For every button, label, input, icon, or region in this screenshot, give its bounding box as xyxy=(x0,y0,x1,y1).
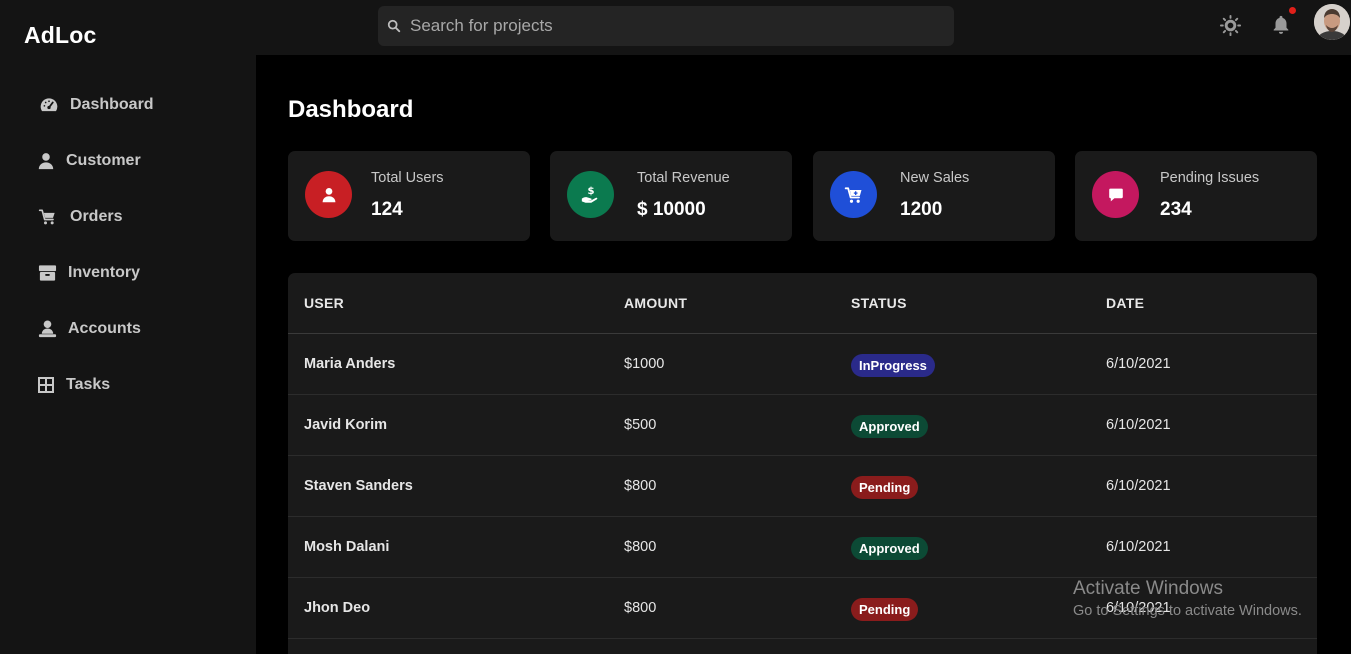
sidebar-item-label: Customer xyxy=(66,152,141,169)
sidebar-item-customer[interactable]: Customer xyxy=(0,139,256,183)
user-icon-badge xyxy=(305,171,352,218)
sidebar-item-label: Accounts xyxy=(68,320,141,337)
cell-amount: $500 xyxy=(624,417,657,433)
stat-card-total-revenue[interactable]: $ Total Revenue $ 10000 xyxy=(550,151,792,241)
notification-dot xyxy=(1287,5,1298,16)
sidebar-item-label: Dashboard xyxy=(70,96,154,113)
stat-label: New Sales xyxy=(900,170,970,186)
cell-amount: $800 xyxy=(624,478,657,494)
stat-label: Total Users xyxy=(371,170,444,186)
user-icon xyxy=(322,187,335,202)
table-row[interactable]: Javid Korim $500 Approved 6/10/2021 xyxy=(288,395,1317,456)
stat-value: 124 xyxy=(371,199,403,220)
table-header: USER AMOUNT STATUS DATE xyxy=(288,273,1317,334)
speedometer-icon xyxy=(40,98,58,112)
cell-user: Maria Anders xyxy=(304,356,396,372)
grid-icon xyxy=(38,377,54,393)
status-badge: Pending xyxy=(851,476,919,499)
status-badge: Pending xyxy=(851,598,919,621)
brightness-icon[interactable] xyxy=(1219,14,1242,37)
stat-card-total-users[interactable]: Total Users 124 xyxy=(288,151,530,241)
bell-icon[interactable] xyxy=(1270,14,1292,36)
svg-text:$: $ xyxy=(587,186,594,197)
cart-icon xyxy=(844,186,861,203)
stat-value: 1200 xyxy=(900,199,943,220)
cell-amount: $800 xyxy=(624,600,657,616)
sidebar-item-label: Tasks xyxy=(66,376,111,393)
hand-dollar-icon: $ xyxy=(581,186,597,203)
user-icon xyxy=(38,153,54,170)
search-bar[interactable] xyxy=(378,6,954,46)
status-badge: Approved xyxy=(851,415,928,438)
hand-dollar-icon-badge: $ xyxy=(567,171,614,218)
avatar[interactable] xyxy=(1314,4,1350,40)
orders-table: USER AMOUNT STATUS DATE Maria Anders $10… xyxy=(288,273,1317,654)
cart-icon xyxy=(38,209,55,225)
sidebar: Dashboard Customer Orders Inventory Acco… xyxy=(0,55,256,654)
sidebar-item-tasks[interactable]: Tasks xyxy=(0,363,256,407)
chat-icon-badge xyxy=(1092,171,1139,218)
chat-icon xyxy=(1108,188,1123,201)
person-desk-icon xyxy=(38,320,57,338)
stat-card-new-sales[interactable]: New Sales 1200 xyxy=(813,151,1055,241)
sidebar-item-orders[interactable]: Orders xyxy=(0,195,256,239)
search-icon xyxy=(387,19,401,33)
cell-date: 6/10/2021 xyxy=(1106,600,1171,616)
column-header-status[interactable]: STATUS xyxy=(851,295,907,311)
stat-label: Total Revenue xyxy=(637,170,730,186)
avatar-image xyxy=(1314,4,1350,40)
page-title: Dashboard xyxy=(288,96,414,123)
table-row[interactable]: Maria Anders $1000 InProgress 6/10/2021 xyxy=(288,334,1317,395)
column-header-date[interactable]: DATE xyxy=(1106,295,1144,311)
sidebar-item-label: Inventory xyxy=(68,264,141,281)
cell-date: 6/10/2021 xyxy=(1106,356,1171,372)
stat-label: Pending Issues xyxy=(1160,170,1260,186)
cell-user: Mosh Dalani xyxy=(304,539,390,555)
sidebar-item-inventory[interactable]: Inventory xyxy=(0,251,256,295)
sidebar-item-dashboard[interactable]: Dashboard xyxy=(0,83,256,127)
cell-date: 6/10/2021 xyxy=(1106,417,1171,433)
table-row[interactable]: Staven Sanders $800 Pending 6/10/2021 xyxy=(288,456,1317,517)
status-badge: Approved xyxy=(851,537,928,560)
column-header-amount[interactable]: AMOUNT xyxy=(624,295,687,311)
stat-card-pending-issues[interactable]: Pending Issues 234 xyxy=(1075,151,1317,241)
cell-amount: $800 xyxy=(624,539,657,555)
stat-value: $ 10000 xyxy=(637,199,706,220)
sidebar-item-label: Orders xyxy=(70,208,123,225)
table-row[interactable]: Jhon Deo $800 Pending 6/10/2021 xyxy=(288,578,1317,639)
table-row[interactable]: Mosh Dalani $800 Approved 6/10/2021 xyxy=(288,517,1317,578)
cart-icon-badge xyxy=(830,171,877,218)
sidebar-item-accounts[interactable]: Accounts xyxy=(0,307,256,351)
cell-user: Jhon Deo xyxy=(304,600,371,616)
app-brand[interactable]: AdLoc xyxy=(24,22,97,49)
status-badge: InProgress xyxy=(851,354,935,377)
cell-user: Staven Sanders xyxy=(304,478,413,494)
stat-value: 234 xyxy=(1160,199,1192,220)
cell-date: 6/10/2021 xyxy=(1106,539,1171,555)
column-header-user[interactable]: USER xyxy=(304,295,344,311)
search-input[interactable] xyxy=(410,6,940,46)
top-bar: AdLoc xyxy=(0,0,1351,55)
cell-amount: $1000 xyxy=(624,356,665,372)
cell-user: Javid Korim xyxy=(304,417,387,433)
box-icon xyxy=(38,265,57,281)
cell-date: 6/10/2021 xyxy=(1106,478,1171,494)
